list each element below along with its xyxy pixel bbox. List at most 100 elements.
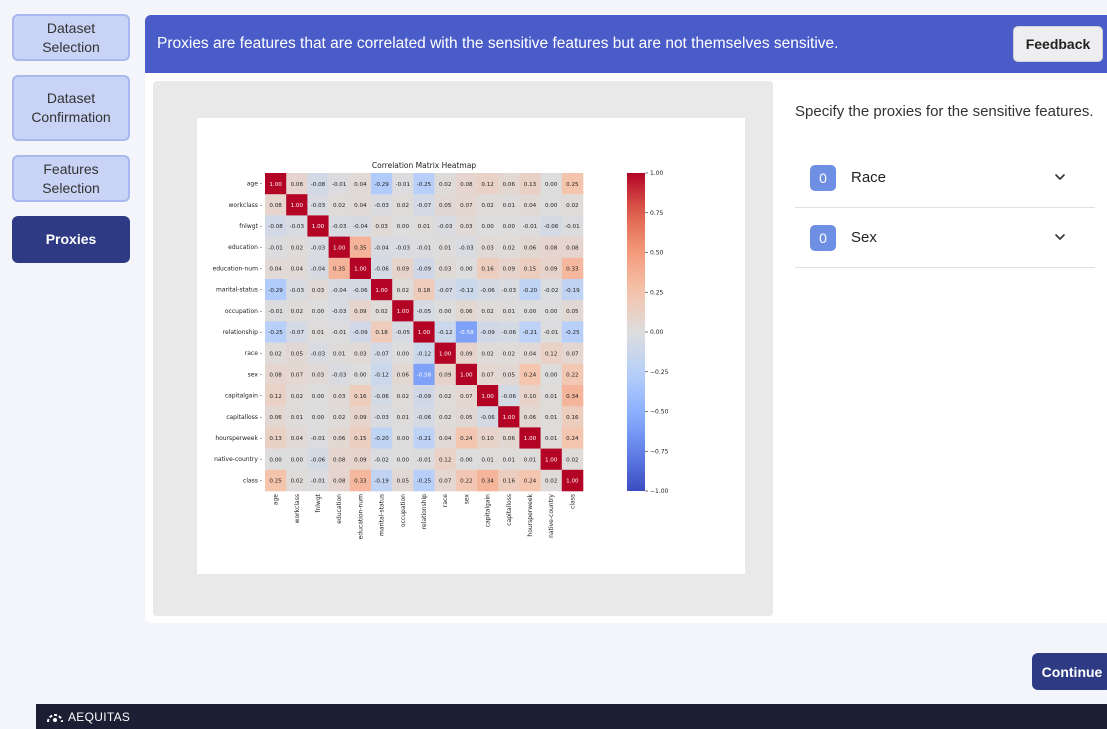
heatmap-cell-label: 0.01 [503, 457, 516, 463]
heatmap-cell-label: -0.09 [417, 394, 432, 400]
heatmap-cell-label: -0.25 [565, 330, 580, 336]
heatmap-cell-label: -0.01 [311, 436, 326, 442]
heatmap-cell-label: 0.06 [503, 182, 516, 188]
heatmap-cell-label: 0.01 [503, 203, 516, 209]
heatmap-cell-label: 0.33 [566, 267, 579, 273]
sidebar-item-proxies[interactable]: Proxies [12, 216, 130, 263]
heatmap-cell-label: -0.19 [374, 479, 389, 485]
heatmap-cell-label: -0.21 [417, 436, 432, 442]
heatmap-cell-label: 1.00 [524, 436, 537, 442]
heatmap-cell-label: 0.02 [545, 479, 557, 485]
x-tick-label: occupation [400, 494, 407, 527]
heatmap-cell-label: 0.25 [566, 182, 579, 188]
heatmap-cell-label: 0.01 [418, 224, 431, 230]
proxies-title: Specify the proxies for the sensitive fe… [795, 103, 1094, 120]
heatmap-cell-label: 0.09 [397, 267, 410, 273]
heatmap-cell-label: -0.01 [268, 309, 283, 315]
heatmap-cell-label: 0.01 [545, 394, 558, 400]
heatmap-cell-label: 0.02 [397, 394, 409, 400]
heatmap-cell-label: -0.03 [396, 245, 411, 251]
heatmap-cell-label: 0.02 [291, 479, 303, 485]
heatmap-cell-label: -0.06 [353, 288, 368, 294]
heatmap-cell-label: 0.00 [291, 457, 304, 463]
x-tick-label: capitalgain [485, 494, 492, 527]
heatmap-cell-label: 0.04 [524, 351, 537, 357]
heatmap-cell-label: -0.20 [374, 436, 389, 442]
heatmap-cell-label: -0.01 [332, 182, 347, 188]
y-tick-label: native-country - [214, 456, 262, 463]
colorbar-tick-label: 0.50 [650, 250, 664, 257]
heatmap-cell-label: 0.12 [439, 457, 451, 463]
heatmap-cell-label: -0.25 [268, 330, 283, 336]
heatmap-cell-label: 0.08 [333, 479, 346, 485]
x-tick-label: native-country [548, 494, 555, 538]
heatmap-cell-label: 0.07 [460, 394, 473, 400]
y-tick-label: race - [245, 350, 262, 357]
colorbar-tick-label: 0.75 [650, 210, 664, 217]
x-tick-label: marital-status [379, 494, 386, 536]
heatmap-cell-label: 0.00 [312, 394, 325, 400]
heatmap-cell-label: 0.15 [524, 267, 537, 273]
heatmap-cell-label: -0.01 [544, 330, 559, 336]
heatmap-cell-label: -0.06 [374, 267, 389, 273]
heatmap-cell-label: 0.00 [481, 224, 494, 230]
heatmap-cell-label: 0.33 [354, 479, 367, 485]
heatmap-cell-label: -0.03 [459, 245, 474, 251]
heatmap-cell-label: 0.00 [397, 224, 410, 230]
heatmap-cell-label: 0.06 [503, 436, 516, 442]
heatmap-cell-label: 0.04 [524, 203, 537, 209]
heatmap-cell-label: 0.04 [439, 436, 452, 442]
heatmap-cell-label: 0.00 [545, 203, 558, 209]
heatmap-cell-label: -0.07 [290, 330, 305, 336]
heatmap-cell-label: 0.16 [566, 415, 579, 421]
sidebar-item-dataset-confirmation[interactable]: Dataset Confirmation [12, 75, 130, 141]
heatmap-cell-label: -0.08 [311, 182, 326, 188]
heatmap-cell-label: 0.12 [545, 351, 557, 357]
heatmap-cell-label: 0.08 [291, 182, 304, 188]
heatmap-cell-label: 0.04 [291, 436, 304, 442]
heatmap-cell-label: 0.07 [481, 373, 494, 379]
heatmap-cell-label: 0.05 [460, 415, 473, 421]
heatmap-cell-label: 0.16 [503, 479, 516, 485]
heatmap-cell-label: -0.05 [417, 309, 432, 315]
heatmap-cell-label: 0.08 [566, 245, 579, 251]
footer-logo: AEQUITAS [46, 710, 130, 724]
sidebar-item-label: Features Selection [42, 160, 100, 196]
heatmap-cell-label: 0.00 [439, 309, 452, 315]
main-panel: Correlation Matrix Heatmap 1.00 0.08 -0.08-… [145, 73, 1107, 623]
heatmap-cell-label: 0.09 [545, 267, 558, 273]
heatmap-cell-label: 0.06 [269, 415, 282, 421]
heatmap-cell-label: -0.25 [417, 182, 432, 188]
heatmap-cell-label: 0.03 [312, 288, 325, 294]
sidebar-item-dataset-selection[interactable]: Dataset Selection [12, 14, 130, 61]
heatmap-cell-label: -0.21 [523, 330, 538, 336]
heatmap-cell-label: 0.03 [333, 394, 346, 400]
heatmap-cell-label: 0.09 [503, 267, 516, 273]
heatmap-cell-label: 0.02 [566, 203, 578, 209]
y-tick-label: sex - [248, 371, 262, 378]
heatmap-cell-label: 0.07 [460, 203, 473, 209]
heatmap-cell-label: 0.12 [269, 394, 281, 400]
heatmap-cell-label: -0.01 [332, 330, 347, 336]
continue-button[interactable]: Continue [1032, 653, 1107, 690]
heatmap-cell-label: -0.12 [374, 373, 388, 379]
heatmap-cell-label: 0.02 [503, 351, 515, 357]
heatmap-cell-label: 0.24 [566, 436, 579, 442]
sidebar-item-label: Dataset Selection [42, 19, 100, 55]
count-badge: 0 [810, 164, 836, 191]
heatmap-cell-label: 0.01 [481, 457, 494, 463]
heatmap-cell-label: 0.34 [566, 394, 579, 400]
accordion-race[interactable]: 0 Race [795, 148, 1095, 208]
heatmap-cell-label: 0.05 [566, 309, 579, 315]
heatmap-cell-label: -0.05 [396, 330, 411, 336]
heatmap-cell-label: 1.00 [375, 288, 388, 294]
y-tick-label: age - [247, 181, 262, 188]
heatmap-cell-label: -0.58 [417, 373, 432, 379]
heatmap-cell-label: 0.18 [418, 288, 431, 294]
aequitas-logo-icon [47, 714, 63, 723]
feedback-button[interactable]: Feedback [1013, 26, 1103, 62]
heatmap-cell-label: 0.00 [545, 373, 558, 379]
info-banner: Proxies are features that are correlated… [145, 15, 1107, 73]
sidebar-item-features-selection[interactable]: Features Selection [12, 155, 130, 202]
accordion-sex[interactable]: 0 Sex [795, 208, 1095, 268]
